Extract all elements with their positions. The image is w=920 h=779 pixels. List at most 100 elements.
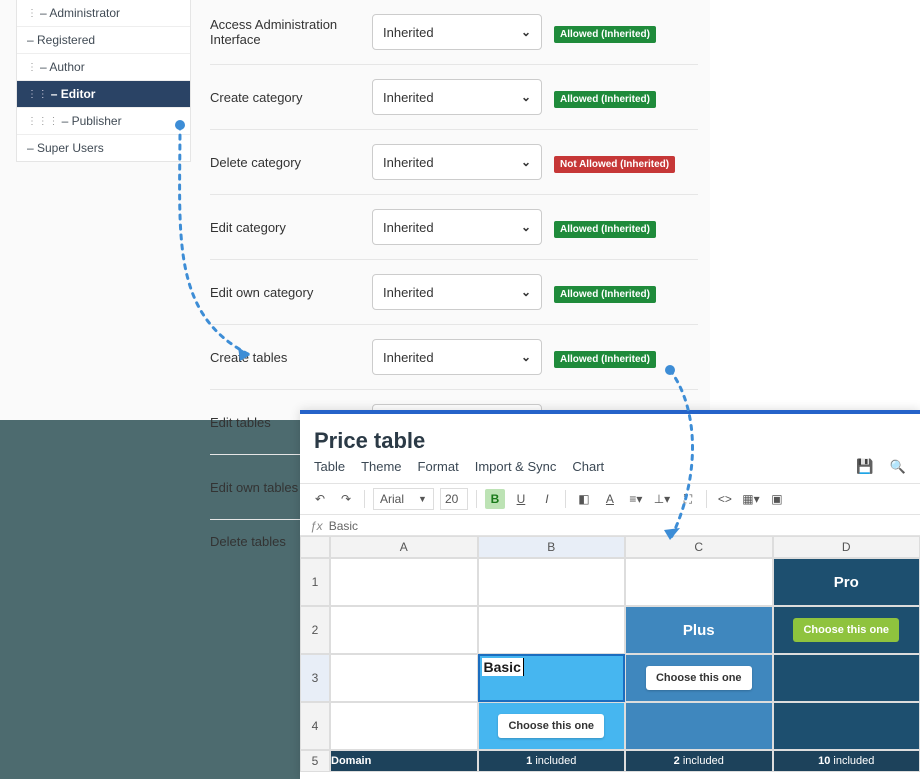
chevron-down-icon: ⌄	[521, 350, 531, 364]
italic-button[interactable]: I	[537, 489, 557, 509]
perm-select[interactable]: Inherited ⌄	[372, 14, 542, 50]
corner-header[interactable]	[300, 536, 330, 558]
cell-c3-choose[interactable]: Choose this one	[625, 654, 773, 702]
perm-select[interactable]: Inherited ⌄	[372, 79, 542, 115]
code-icon[interactable]: <>	[715, 489, 735, 509]
perm-status-badge: Allowed (Inherited)	[554, 91, 656, 108]
cell-b4-choose[interactable]: Choose this one	[478, 702, 626, 750]
sheet-menu: Table Theme Format Import & Sync Chart 💾…	[300, 458, 920, 483]
col-header-a[interactable]: A	[330, 536, 478, 558]
chevron-down-icon: ⌄	[521, 220, 531, 234]
drag-handle-icon: ⋮	[27, 62, 36, 73]
font-size-input[interactable]: 20	[440, 488, 468, 510]
search-icon[interactable]: 🔍	[890, 459, 906, 475]
chevron-down-icon: ⌄	[521, 155, 531, 169]
perm-select[interactable]: Inherited ⌄	[372, 339, 542, 375]
chevron-down-icon: ⌄	[521, 285, 531, 299]
perm-status-badge: Allowed (Inherited)	[554, 351, 656, 368]
formula-bar[interactable]: ƒx Basic	[300, 515, 920, 536]
cell-c4[interactable]	[625, 702, 773, 750]
cell-editing-text: Basic	[482, 658, 524, 676]
sidebar-item-registered[interactable]: – Registered	[17, 27, 190, 54]
fill-color-icon[interactable]: ◧	[574, 489, 594, 509]
row-header-2[interactable]: 2	[300, 606, 330, 654]
text-color-icon[interactable]: A	[600, 489, 620, 509]
cell-c5-included[interactable]: 2 included	[625, 750, 773, 772]
menu-chart[interactable]: Chart	[572, 459, 604, 474]
menu-import[interactable]: Import & Sync	[475, 459, 557, 474]
col-header-b[interactable]: B	[478, 536, 626, 558]
perm-select-value: Inherited	[383, 155, 434, 170]
cell-d2-choose[interactable]: Choose this one	[773, 606, 920, 654]
undo-icon[interactable]: ↶	[310, 489, 330, 509]
perm-label: Edit own category	[210, 285, 360, 300]
menu-theme[interactable]: Theme	[361, 459, 401, 474]
menu-table[interactable]: Table	[314, 459, 345, 474]
cell-d5-included[interactable]: 10 included	[773, 750, 920, 772]
cell-b2[interactable]	[478, 606, 626, 654]
sidebar-item-author[interactable]: ⋮ – Author	[17, 54, 190, 81]
perm-status-badge: Allowed (Inherited)	[554, 26, 656, 43]
perm-select[interactable]: Inherited ⌄	[372, 209, 542, 245]
perm-select-value: Inherited	[383, 25, 434, 40]
perm-label: Delete category	[210, 155, 360, 170]
user-group-sidebar: ⋮ – Administrator – Registered ⋮ – Autho…	[16, 0, 191, 162]
sidebar-item-label: – Super Users	[27, 141, 104, 155]
sheet-title: Price table	[300, 414, 920, 458]
spreadsheet-panel: Price table Table Theme Format Import & …	[300, 410, 920, 779]
perm-row-create-category: Create category Inherited ⌄ Allowed (Inh…	[210, 65, 698, 130]
perm-label: Access Administration Interface	[210, 17, 360, 47]
menu-format[interactable]: Format	[418, 459, 459, 474]
drag-handle-icon: ⋮ ⋮ ⋮	[27, 116, 58, 127]
cell-a1[interactable]	[330, 558, 478, 606]
spreadsheet-grid[interactable]: A B C D 1 Pro 2 Plus Choose this one 3 B…	[300, 536, 920, 772]
row-header-5[interactable]: 5	[300, 750, 330, 772]
perm-select[interactable]: Inherited ⌄	[372, 144, 542, 180]
drag-handle-icon: ⋮ ⋮	[27, 89, 47, 100]
sidebar-item-super-users[interactable]: – Super Users	[17, 135, 190, 161]
cell-d1-pro-tier[interactable]: Pro	[773, 558, 920, 606]
valign-icon[interactable]: ⊥▾	[652, 489, 672, 509]
cell-b3-basic-editing[interactable]: Basic	[478, 654, 626, 702]
cell-a3[interactable]	[330, 654, 478, 702]
perm-select[interactable]: Inherited ⌄	[372, 274, 542, 310]
perm-row-edit-category: Edit category Inherited ⌄ Allowed (Inher…	[210, 195, 698, 260]
row-header-1[interactable]: 1	[300, 558, 330, 606]
cell-a2[interactable]	[330, 606, 478, 654]
fullscreen-icon[interactable]: ⛶	[678, 489, 698, 509]
cell-b1[interactable]	[478, 558, 626, 606]
underline-button[interactable]: U	[511, 489, 531, 509]
perm-select-value: Inherited	[383, 220, 434, 235]
choose-button-basic[interactable]: Choose this one	[498, 714, 604, 738]
choose-button-pro[interactable]: Choose this one	[793, 618, 899, 642]
perm-status-badge: Not Allowed (Inherited)	[554, 156, 675, 173]
align-icon[interactable]: ≡▾	[626, 489, 646, 509]
sidebar-item-publisher[interactable]: ⋮ ⋮ ⋮ – Publisher	[17, 108, 190, 135]
col-header-d[interactable]: D	[773, 536, 920, 558]
cell-c2-plus-tier[interactable]: Plus	[625, 606, 773, 654]
perm-status-badge: Allowed (Inherited)	[554, 221, 656, 238]
cell-d4[interactable]	[773, 702, 920, 750]
perm-status-badge: Allowed (Inherited)	[554, 286, 656, 303]
perm-select-value: Inherited	[383, 285, 434, 300]
chevron-down-icon: ⌄	[521, 25, 531, 39]
grid-icon[interactable]: ▦▾	[741, 489, 761, 509]
perm-row-access-admin: Access Administration Interface Inherite…	[210, 0, 698, 65]
row-header-4[interactable]: 4	[300, 702, 330, 750]
choose-button-plus[interactable]: Choose this one	[646, 666, 752, 690]
font-family-select[interactable]: Arial ▼	[373, 488, 434, 510]
sidebar-item-administrator[interactable]: ⋮ – Administrator	[17, 0, 190, 27]
sidebar-item-label: – Author	[40, 60, 85, 74]
bold-button[interactable]: B	[485, 489, 505, 509]
cell-a5-domain[interactable]: Domain	[330, 750, 478, 772]
row-header-3[interactable]: 3	[300, 654, 330, 702]
cell-d3[interactable]	[773, 654, 920, 702]
cell-c1[interactable]	[625, 558, 773, 606]
cell-b5-included[interactable]: 1 included	[478, 750, 626, 772]
merge-icon[interactable]: ▣	[767, 489, 787, 509]
cell-a4[interactable]	[330, 702, 478, 750]
col-header-c[interactable]: C	[625, 536, 773, 558]
save-icon[interactable]: 💾	[856, 458, 873, 475]
sidebar-item-editor[interactable]: ⋮ ⋮ – Editor	[17, 81, 190, 108]
redo-icon[interactable]: ↷	[336, 489, 356, 509]
